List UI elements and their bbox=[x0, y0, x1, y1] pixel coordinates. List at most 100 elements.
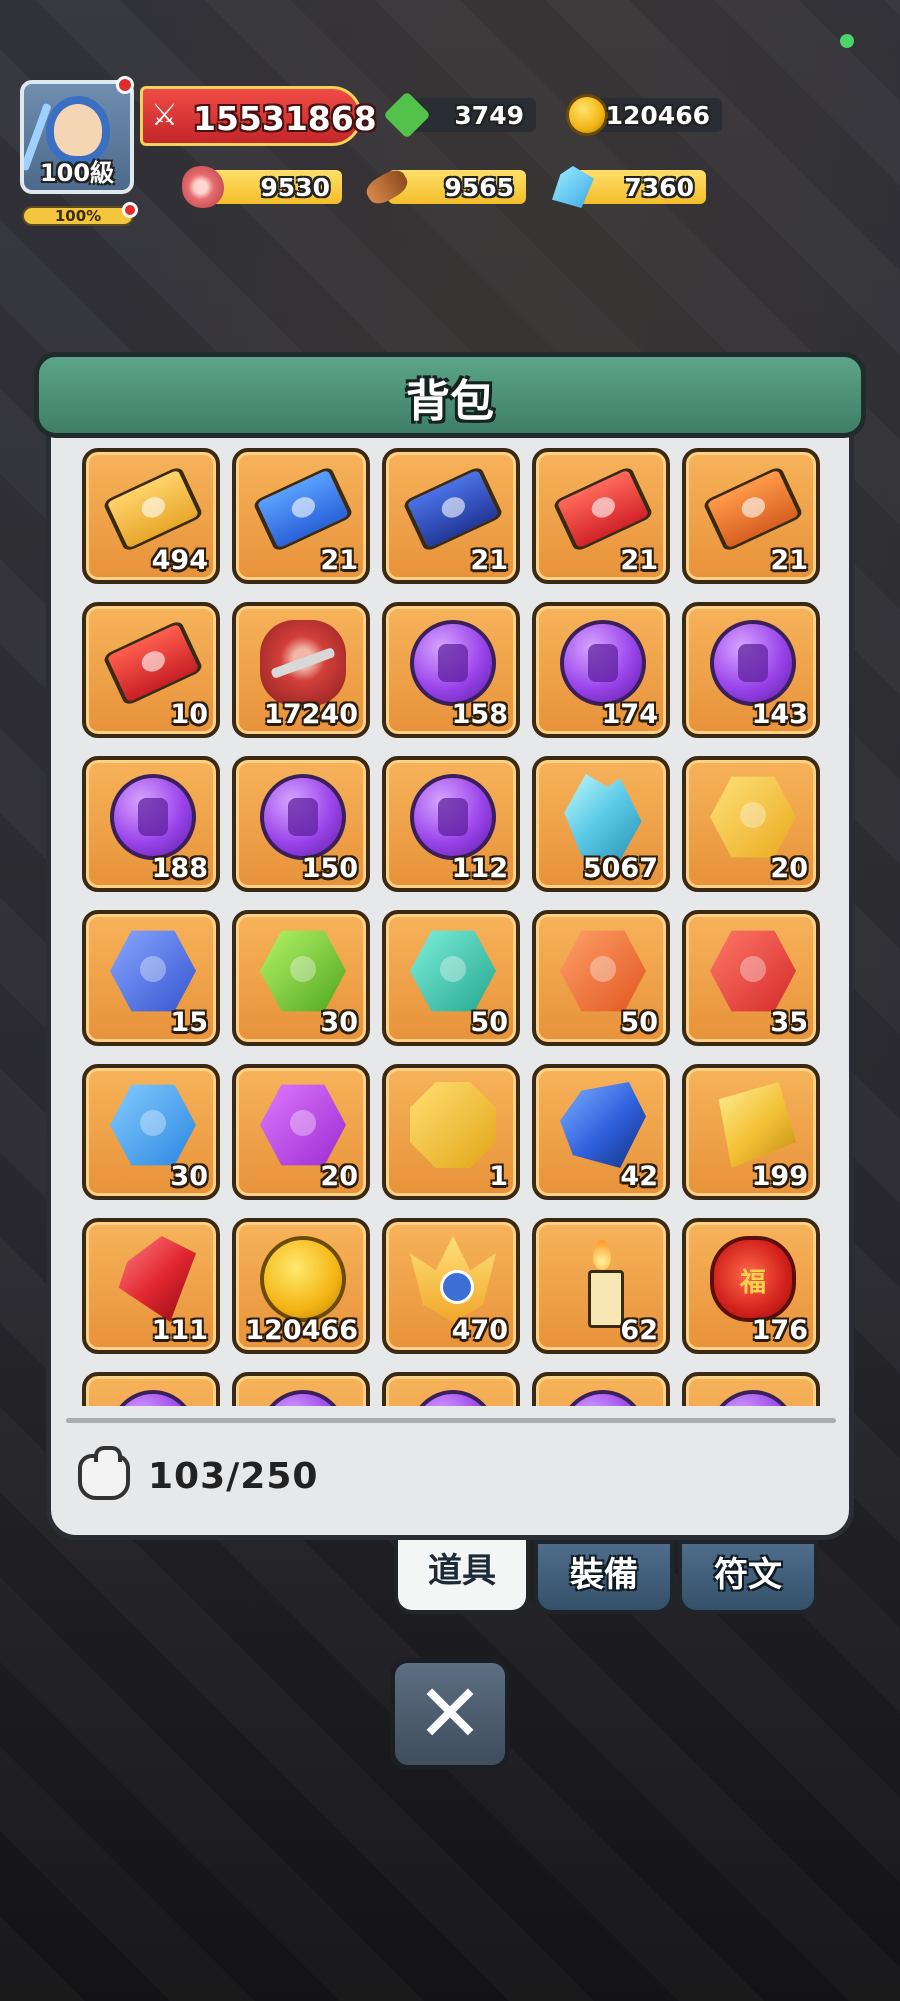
red-lantern-icon bbox=[710, 1236, 796, 1322]
blue-moon-stone-icon bbox=[110, 930, 196, 1012]
partial-item-icon bbox=[410, 1390, 496, 1406]
item-slot[interactable]: 494 bbox=[82, 448, 220, 584]
meat-icon bbox=[182, 166, 224, 208]
blue-snowflake-stone-icon bbox=[110, 1084, 196, 1166]
item-count: 35 bbox=[770, 1007, 808, 1038]
crystal-value: 7360 bbox=[624, 173, 694, 202]
purple-boots-orb-icon bbox=[410, 774, 496, 860]
item-slot[interactable]: 158 bbox=[382, 602, 520, 738]
item-slot[interactable]: 30 bbox=[82, 1064, 220, 1200]
item-slot[interactable]: 15 bbox=[82, 910, 220, 1046]
item-count: 176 bbox=[751, 1315, 808, 1346]
item-count: 30 bbox=[320, 1007, 358, 1038]
close-button[interactable]: ✕ bbox=[390, 1658, 510, 1770]
item-slot[interactable]: 174 bbox=[532, 602, 670, 738]
partial-item-icon bbox=[710, 1390, 796, 1406]
item-count: 158 bbox=[451, 699, 508, 730]
item-slot[interactable]: 199 bbox=[682, 1064, 820, 1200]
item-count: 15 bbox=[170, 1007, 208, 1038]
item-slot[interactable]: 150 bbox=[232, 756, 370, 892]
tab-items[interactable]: 道具 bbox=[394, 1540, 530, 1614]
partial-item-icon bbox=[110, 1390, 196, 1406]
item-slot[interactable]: 111 bbox=[82, 1218, 220, 1354]
item-count: 20 bbox=[770, 853, 808, 884]
item-slot[interactable]: 1 bbox=[382, 1064, 520, 1200]
gold-bar-icon bbox=[718, 1082, 796, 1168]
gold-lightning-stone-icon bbox=[710, 776, 796, 858]
red-drop-ticket-icon bbox=[552, 465, 654, 553]
item-count: 50 bbox=[470, 1007, 508, 1038]
item-count: 62 bbox=[620, 1315, 658, 1346]
exp-notification-dot bbox=[122, 202, 138, 218]
item-slot[interactable]: 470 bbox=[382, 1218, 520, 1354]
item-slot[interactable] bbox=[682, 1372, 820, 1406]
meat-counter[interactable]: 9530 bbox=[182, 166, 342, 208]
item-slot[interactable]: 17240 bbox=[232, 602, 370, 738]
item-slot[interactable] bbox=[532, 1372, 670, 1406]
exp-bar: 100% bbox=[22, 206, 134, 226]
candle-icon bbox=[560, 1236, 646, 1328]
item-slot[interactable]: 176 bbox=[682, 1218, 820, 1354]
purple-shield-orb-icon bbox=[560, 620, 646, 706]
item-slot[interactable]: 21 bbox=[382, 448, 520, 584]
player-level: 100級 bbox=[39, 159, 115, 187]
item-count: 199 bbox=[751, 1161, 808, 1192]
item-slot[interactable]: 42 bbox=[532, 1064, 670, 1200]
item-slot[interactable]: 143 bbox=[682, 602, 820, 738]
item-count: 470 bbox=[451, 1315, 508, 1346]
item-slot[interactable] bbox=[82, 1372, 220, 1406]
item-slot[interactable]: 20 bbox=[682, 756, 820, 892]
inventory-title: 背包 bbox=[406, 376, 494, 427]
panel-divider bbox=[66, 1418, 836, 1423]
wood-counter[interactable]: 9565 bbox=[362, 165, 526, 209]
player-avatar[interactable]: 100級 bbox=[20, 80, 134, 194]
item-slot[interactable]: 188 bbox=[82, 756, 220, 892]
item-count: 10 bbox=[170, 699, 208, 730]
item-slot[interactable]: 21 bbox=[232, 448, 370, 584]
item-slot[interactable]: 20 bbox=[232, 1064, 370, 1200]
item-slot[interactable]: 50 bbox=[382, 910, 520, 1046]
item-slot[interactable]: 62 bbox=[532, 1218, 670, 1354]
item-count: 20 bbox=[320, 1161, 358, 1192]
item-slot[interactable]: 120466 bbox=[232, 1218, 370, 1354]
purple-sword-orb-icon bbox=[410, 620, 496, 706]
item-count: 111 bbox=[151, 1315, 208, 1346]
item-slot[interactable] bbox=[382, 1372, 520, 1406]
partial-item-icon bbox=[260, 1390, 346, 1406]
purple-armor-orb-icon bbox=[260, 774, 346, 860]
item-slot[interactable]: 5067 bbox=[532, 756, 670, 892]
teal-fist-stone-icon bbox=[410, 930, 496, 1012]
tab-runes[interactable]: 符文 bbox=[678, 1540, 818, 1614]
purple-ring-orb-icon bbox=[710, 620, 796, 706]
item-slot[interactable]: 21 bbox=[682, 448, 820, 584]
tab-equipment[interactable]: 裝備 bbox=[534, 1540, 674, 1614]
item-slot[interactable]: 21 bbox=[532, 448, 670, 584]
item-slot[interactable]: 10 bbox=[82, 602, 220, 738]
item-slot[interactable] bbox=[232, 1372, 370, 1406]
item-slot[interactable]: 30 bbox=[232, 910, 370, 1046]
gem-value: 3749 bbox=[454, 101, 524, 130]
purple-skull-stone-icon bbox=[260, 1084, 346, 1166]
combat-power-value: 15531868 bbox=[193, 99, 377, 138]
item-slot[interactable]: 35 bbox=[682, 910, 820, 1046]
item-slot[interactable]: 112 bbox=[382, 756, 520, 892]
orange-flame-stone-icon bbox=[560, 930, 646, 1012]
inventory-grid[interactable]: 494 21 21 21 21 10 17240 158 174 143 188 150 112 5067… bbox=[82, 448, 822, 1406]
gold-coin-icon bbox=[566, 94, 608, 136]
partial-item-icon bbox=[560, 1390, 646, 1406]
red-fire-ticket-icon bbox=[102, 619, 204, 707]
avatar-notification-dot bbox=[116, 76, 134, 94]
crystal-counter[interactable]: 7360 bbox=[552, 166, 706, 208]
bag-capacity: 103/250 bbox=[148, 1456, 319, 1497]
gold-counter[interactable]: 120466 bbox=[566, 94, 722, 136]
item-count: 494 bbox=[151, 545, 208, 576]
gold-shield-stone-icon bbox=[410, 1082, 496, 1168]
gem-counter[interactable]: 3749 bbox=[383, 91, 536, 139]
gold-value: 120466 bbox=[605, 101, 710, 130]
item-slot[interactable]: 50 bbox=[532, 910, 670, 1046]
item-count: 21 bbox=[770, 545, 808, 576]
item-count: 150 bbox=[301, 853, 358, 884]
item-count: 174 bbox=[601, 699, 658, 730]
purple-helmet-orb-icon bbox=[110, 774, 196, 860]
item-count: 50 bbox=[620, 1007, 658, 1038]
